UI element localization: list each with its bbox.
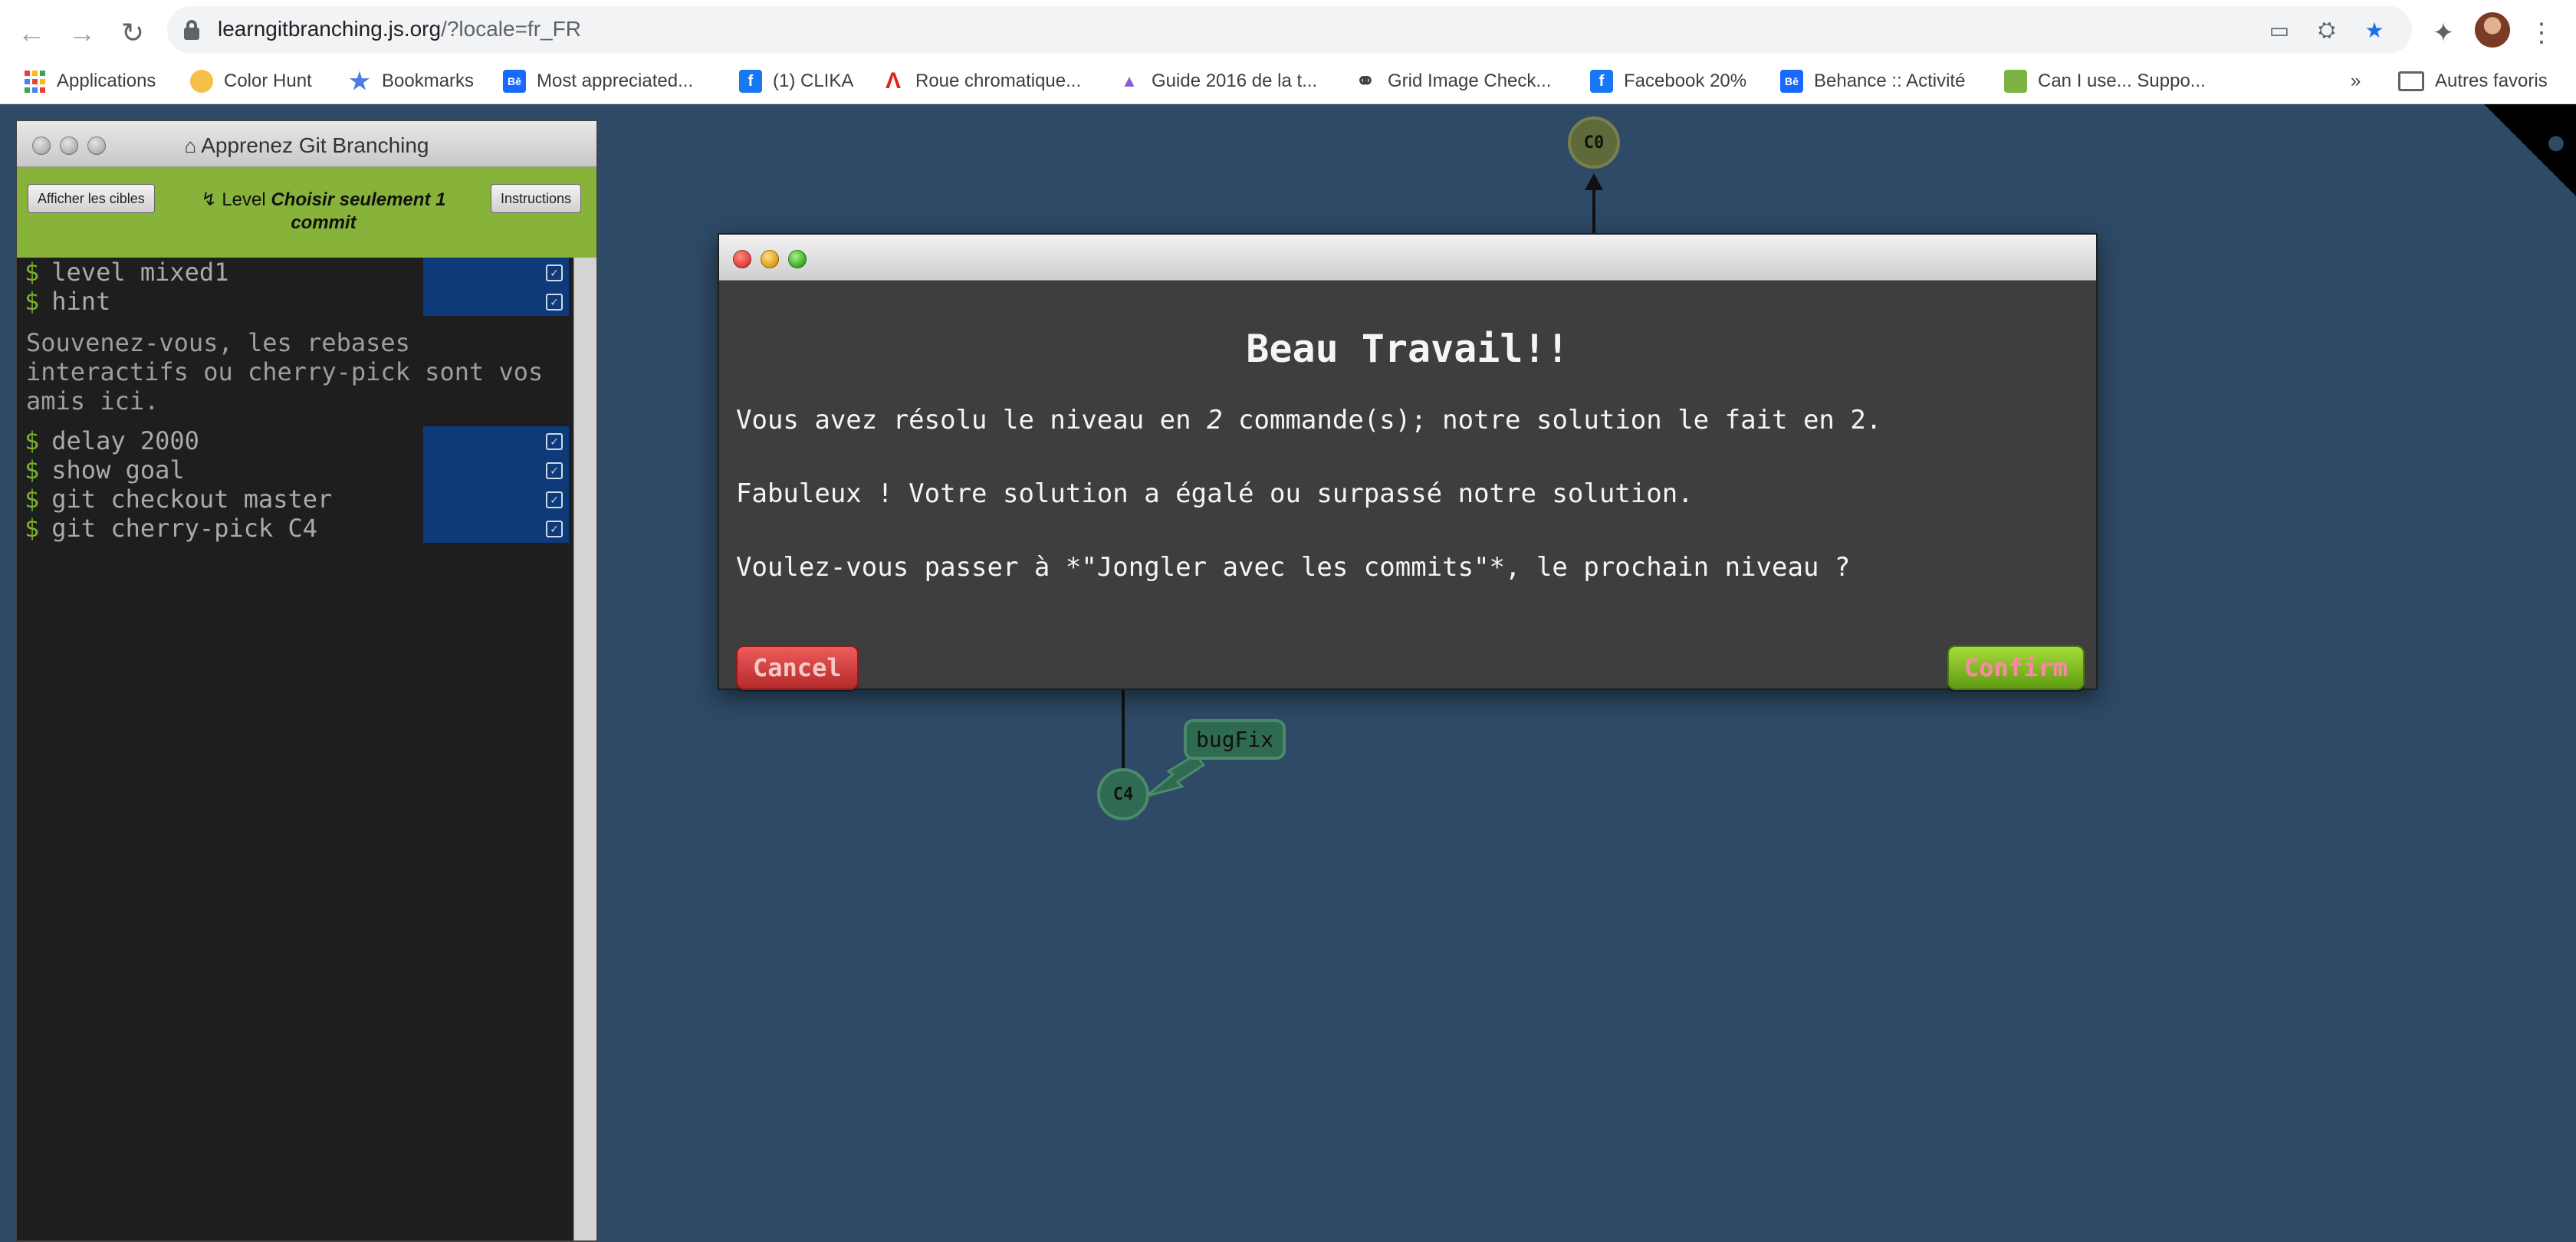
bookmark-facebook-20[interactable]: f Facebook 20%: [1590, 66, 1746, 97]
reload-icon[interactable]: ↻: [109, 9, 156, 57]
dialog-body: Beau Travail!! Vous avez résolu le nivea…: [719, 281, 2096, 690]
apps-grid-icon: [23, 70, 46, 93]
commit-node[interactable]: C4: [1097, 768, 1149, 820]
command-entry: ✓ $ show goal: [25, 455, 570, 485]
globe-icon: ⚭: [1355, 68, 1375, 94]
checkbox-icon: ✓: [546, 433, 563, 450]
bookmark-color-hunt[interactable]: Color Hunt: [190, 66, 312, 97]
home-icon: ⌂: [184, 134, 197, 157]
translate-icon[interactable]: ⛭: [2311, 14, 2343, 46]
bookmark-guide-2016[interactable]: ▲ Guide 2016 de la t...: [1118, 66, 1317, 97]
bookmark-star-icon[interactable]: ★: [2358, 14, 2390, 46]
star-icon: ★: [349, 68, 370, 94]
level-complete-dialog: Beau Travail!! Vous avez résolu le nivea…: [718, 233, 2098, 690]
mountain-icon: ▲: [1121, 71, 1138, 90]
panel-title: ⌂ Apprenez Git Branching: [184, 133, 429, 157]
commit-node[interactable]: C0: [1568, 117, 1620, 169]
color-hunt-icon: [190, 70, 213, 93]
terminal-output: ✓ $ level mixed1 ✓ $ hint Souvenez-vous, l…: [17, 258, 573, 1240]
dialog-praise-text: Fabuleux ! Votre solution a égalé ou sur…: [736, 478, 1694, 509]
dialog-result-text: Vous avez résolu le niveau en 2 commande…: [736, 405, 1882, 435]
command-entry: ✓ $ git cherry-pick C4: [25, 514, 570, 543]
lock-icon: [184, 20, 199, 40]
command-panel: ⌂ Apprenez Git Branching Afficher les cib…: [15, 120, 598, 1242]
checkbox-icon: ✓: [546, 462, 563, 479]
bookmark-roue-chromatique[interactable]: Λ Roue chromatique...: [882, 66, 1081, 97]
bookmark-can-i-use[interactable]: Can I use... Suppo...: [2004, 66, 2206, 97]
instructions-button[interactable]: Instructions: [491, 184, 582, 213]
bookmark-grid-image-check[interactable]: ⚭ Grid Image Check...: [1354, 66, 1551, 97]
command-entry: ✓ $ delay 2000: [25, 426, 570, 455]
browser-chrome: ← → ↻ learngitbranching.js.org/?locale=f…: [0, 0, 2576, 104]
bookmark-clika[interactable]: f (1) CLIKA: [739, 66, 853, 97]
cancel-button[interactable]: Cancel: [736, 646, 859, 690]
close-button[interactable]: [733, 250, 751, 268]
other-bookmarks-folder[interactable]: Autres favoris: [2398, 66, 2548, 97]
command-entry: ✓ $ level mixed1: [25, 258, 570, 287]
dialog-heading: Beau Travail!!: [1246, 327, 1569, 371]
command-entry: ✓ $ hint: [25, 287, 570, 316]
terminal-scrollbar[interactable]: [573, 258, 596, 1240]
lightning-icon: ↯: [201, 189, 217, 210]
level-name: ↯ Level Choisir seulement 1 commit: [201, 189, 446, 233]
edge-arrowhead: [1585, 173, 1603, 190]
cast-icon[interactable]: ▭: [2263, 14, 2295, 46]
graph-edge: [1122, 687, 1125, 770]
window-controls: [733, 250, 807, 268]
caniuse-icon: [2004, 70, 2027, 93]
url-text[interactable]: learngitbranching.js.org/?locale=fr_FR: [218, 17, 581, 41]
hint-text: Souvenez-vous, les rebases interactifs o…: [26, 328, 544, 416]
bookmark-most-appreciated[interactable]: Bē Most appreciated...: [503, 66, 693, 97]
adobe-icon: Λ: [885, 68, 901, 94]
folder-icon: [2398, 71, 2424, 91]
confirm-button[interactable]: Confirm: [1947, 646, 2085, 690]
checkbox-icon: ✓: [546, 264, 563, 281]
show-goal-button[interactable]: Afficher les cibles: [28, 184, 155, 213]
avatar[interactable]: [2475, 12, 2510, 48]
back-arrow-icon[interactable]: ←: [8, 9, 55, 57]
bookmark-applications[interactable]: Applications: [23, 66, 156, 97]
dialog-next-level-text: Voulez-vous passer à *"Jongler avec les …: [736, 552, 1851, 583]
checkbox-icon: ✓: [546, 294, 563, 310]
extensions-icon[interactable]: ✦: [2420, 9, 2467, 57]
level-toolbar: Afficher les cibles ↯ Level Choisir seul…: [17, 167, 596, 258]
bookmarks-bar: Applications Color Hunt ★ Bookmarks Bē M…: [0, 60, 2576, 103]
branch-label-bugfix[interactable]: bugFix: [1184, 719, 1286, 760]
bookmark-bookmarks[interactable]: ★ Bookmarks: [348, 66, 475, 97]
menu-kebab-icon[interactable]: ⋮: [2518, 9, 2565, 57]
panel-titlebar: ⌂ Apprenez Git Branching: [17, 121, 596, 167]
minimize-button[interactable]: [761, 250, 779, 268]
maximize-button[interactable]: [788, 250, 807, 268]
checkbox-icon: ✓: [546, 521, 563, 537]
forward-arrow-icon[interactable]: →: [58, 9, 106, 57]
facebook-icon: f: [1590, 70, 1613, 93]
behance-icon: Bē: [1780, 70, 1803, 93]
behance-icon: Bē: [503, 70, 526, 93]
address-bar[interactable]: learngitbranching.js.org/?locale=fr_FR ▭…: [167, 6, 2412, 54]
command-entry: ✓ $ git checkout master: [25, 485, 570, 514]
facebook-icon: f: [739, 70, 762, 93]
more-bookmarks-button[interactable]: »: [2351, 66, 2361, 97]
bookmark-behance-activite[interactable]: Bē Behance :: Activité: [1780, 66, 1965, 97]
checkbox-icon: ✓: [546, 491, 563, 508]
dialog-titlebar: [719, 235, 2096, 281]
